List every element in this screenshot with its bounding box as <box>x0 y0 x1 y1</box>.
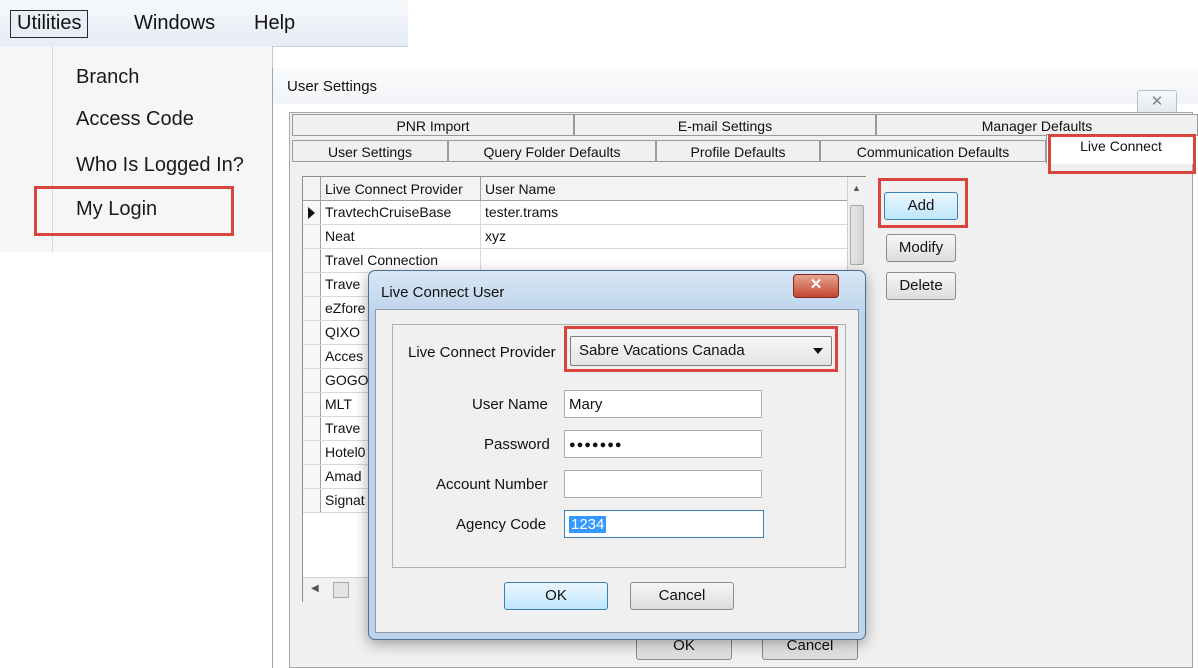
tab-pnr-import[interactable]: PNR Import <box>292 114 574 136</box>
close-icon[interactable]: ✕ <box>793 274 839 298</box>
menu-utilities[interactable]: Utilities <box>10 10 89 38</box>
delete-button[interactable]: Delete <box>886 272 956 300</box>
row-selector[interactable] <box>303 297 321 320</box>
tab-profile-defaults[interactable]: Profile Defaults <box>656 140 820 162</box>
row-selector[interactable] <box>303 417 321 440</box>
modify-button[interactable]: Modify <box>886 234 956 262</box>
tab-email-settings[interactable]: E-mail Settings <box>574 114 876 136</box>
row-selector[interactable] <box>303 465 321 488</box>
cell-provider: TravtechCruiseBase <box>321 201 481 224</box>
scroll-left-icon[interactable]: ◀ <box>311 583 319 594</box>
menu-item-who-is-logged-in[interactable]: Who Is Logged In? <box>76 150 244 180</box>
agency-code-selected-value: 1234 <box>569 516 607 533</box>
agency-code-label: Agency Code <box>456 516 547 533</box>
username-field[interactable]: Mary <box>564 390 762 418</box>
dialog-ok-button[interactable]: OK <box>504 582 608 610</box>
grid-corner <box>303 177 321 201</box>
dialog-cancel-button[interactable]: Cancel <box>630 582 734 610</box>
highlight-my-login <box>34 186 234 236</box>
user-settings-titlebar: User Settings ✕ <box>273 68 1198 116</box>
cell-username: tester.trams <box>485 204 559 220</box>
menu-item-access-code[interactable]: Access Code <box>76 104 194 134</box>
highlight-live-connect-tab <box>1048 134 1196 174</box>
account-number-label: Account Number <box>436 476 548 493</box>
provider-label: Live Connect Provider <box>408 344 556 361</box>
live-connect-user-title: Live Connect User <box>381 284 505 301</box>
row-selector[interactable] <box>303 201 321 224</box>
table-row[interactable]: Neat xyz <box>303 225 849 249</box>
row-selector[interactable] <box>303 249 321 272</box>
account-number-field[interactable] <box>564 470 762 498</box>
row-selector[interactable] <box>303 225 321 248</box>
tab-communication-defaults[interactable]: Communication Defaults <box>820 140 1046 162</box>
column-header-provider[interactable]: Live Connect Provider <box>321 177 481 201</box>
cell-username: xyz <box>485 228 506 244</box>
row-selector[interactable] <box>303 393 321 416</box>
column-header-username[interactable]: User Name <box>481 177 847 201</box>
row-selector[interactable] <box>303 369 321 392</box>
scroll-up-icon[interactable]: ▲ <box>852 183 861 193</box>
highlight-provider-select <box>564 326 838 372</box>
password-field[interactable]: ●●●●●●● <box>564 430 762 458</box>
username-label: User Name <box>472 396 548 413</box>
cell-provider: Travel Connection <box>321 249 481 272</box>
tab-manager-defaults[interactable]: Manager Defaults <box>876 114 1198 136</box>
row-selector[interactable] <box>303 345 321 368</box>
menu-help[interactable]: Help <box>248 10 301 36</box>
row-selector[interactable] <box>303 321 321 344</box>
menu-windows[interactable]: Windows <box>128 10 221 36</box>
table-row[interactable]: TravtechCruiseBase tester.trams <box>303 201 849 225</box>
tab-user-settings[interactable]: User Settings <box>292 140 448 162</box>
cell-provider: Neat <box>321 225 481 248</box>
tab-query-folder-defaults[interactable]: Query Folder Defaults <box>448 140 656 162</box>
horizontal-scroll-thumb[interactable] <box>333 582 349 598</box>
vertical-scroll-thumb[interactable] <box>850 205 864 265</box>
row-selector[interactable] <box>303 489 321 512</box>
menu-item-branch[interactable]: Branch <box>76 62 139 92</box>
current-row-arrow-icon <box>308 207 315 219</box>
user-settings-title: User Settings <box>287 78 378 95</box>
row-selector[interactable] <box>303 441 321 464</box>
agency-code-field[interactable]: 1234 <box>564 510 764 538</box>
password-label: Password <box>484 436 550 453</box>
highlight-add-button <box>878 178 968 228</box>
row-selector[interactable] <box>303 273 321 296</box>
menu-bar: Utilities Windows Help <box>0 0 408 47</box>
